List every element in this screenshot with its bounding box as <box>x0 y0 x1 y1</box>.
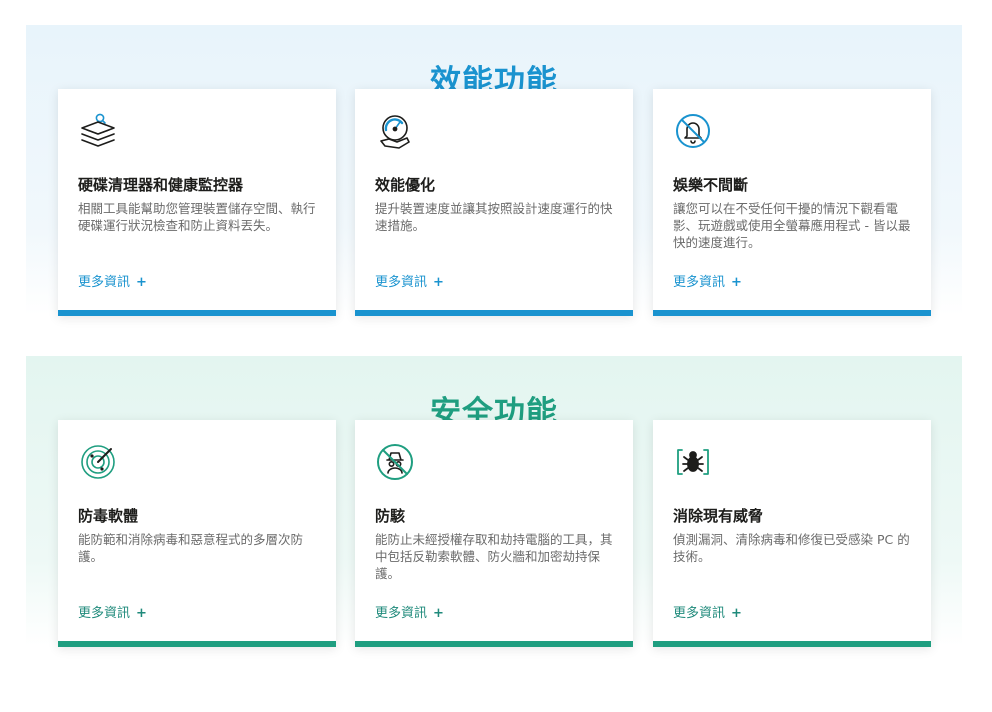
card-description: 提升裝置速度並讓其按照設計速度運行的快速措施。 <box>375 201 613 233</box>
card-description: 能防範和消除病毒和惡意程式的多層次防護。 <box>78 532 304 564</box>
card-description: 偵測漏洞、清除病毒和修復已受感染 PC 的技術。 <box>673 532 910 564</box>
card-title: 消除現有威脅 <box>673 507 764 525</box>
feature-card-entertainment: 娛樂不間斷 讓您可以在不受任何干擾的情況下觀看電影、玩遊戲或使用全螢幕應用程式 … <box>653 89 931 316</box>
anti-hacker-icon <box>375 442 415 482</box>
more-info-link[interactable]: 更多資訊 + <box>78 271 147 290</box>
bug-icon <box>673 442 713 482</box>
card-title: 防駭 <box>375 507 406 525</box>
more-info-label: 更多資訊 <box>78 275 131 290</box>
plus-icon: + <box>731 606 742 621</box>
more-info-link[interactable]: 更多資訊 + <box>375 271 444 290</box>
more-info-label: 更多資訊 <box>78 606 131 621</box>
feature-card-anti-hacking: 防駭 能防止未經授權存取和劫持電腦的工具，其中包括反勒索軟體、防火牆和加密劫持保… <box>355 420 633 647</box>
feature-card-antivirus: 防毒軟體 能防範和消除病毒和惡意程式的多層次防護。 更多資訊 + <box>58 420 336 647</box>
plus-icon: + <box>136 275 147 290</box>
card-title: 效能優化 <box>375 176 436 194</box>
plus-icon: + <box>731 275 742 290</box>
card-title: 防毒軟體 <box>78 507 139 525</box>
card-title: 娛樂不間斷 <box>673 176 749 194</box>
feature-card-performance-optimization: 效能優化 提升裝置速度並讓其按照設計速度運行的快速措施。 更多資訊 + <box>355 89 633 316</box>
plus-icon: + <box>433 275 444 290</box>
speed-gauge-icon <box>375 111 415 151</box>
feature-card-remove-threats: 消除現有威脅 偵測漏洞、清除病毒和修復已受感染 PC 的技術。 更多資訊 + <box>653 420 931 647</box>
more-info-label: 更多資訊 <box>375 275 428 290</box>
more-info-label: 更多資訊 <box>673 606 726 621</box>
more-info-link[interactable]: 更多資訊 + <box>673 271 742 290</box>
more-info-label: 更多資訊 <box>673 275 726 290</box>
plus-icon: + <box>433 606 444 621</box>
card-description: 讓您可以在不受任何干擾的情況下觀看電影、玩遊戲或使用全螢幕應用程式 - 皆以最快… <box>673 201 911 250</box>
more-info-link[interactable]: 更多資訊 + <box>375 602 444 621</box>
radar-icon <box>78 442 118 482</box>
more-info-link[interactable]: 更多資訊 + <box>78 602 147 621</box>
feature-card-disk-cleaner: 硬碟清理器和健康監控器 相關工具能幫助您管理裝置儲存空間、執行硬碟運行狀況檢查和… <box>58 89 336 316</box>
more-info-link[interactable]: 更多資訊 + <box>673 602 742 621</box>
no-notification-icon <box>673 111 713 151</box>
more-info-label: 更多資訊 <box>375 606 428 621</box>
performance-section: 效能功能 硬碟清理器和健康監控器 相關工具能幫助您管理裝置儲存空間、執行硬碟運行… <box>26 25 962 316</box>
card-title: 硬碟清理器和健康監控器 <box>78 176 244 194</box>
card-description: 相關工具能幫助您管理裝置儲存空間、執行硬碟運行狀況檢查和防止資料丟失。 <box>78 201 316 233</box>
security-section: 安全功能 防毒軟體 能防範和消除病毒和惡意程式的多層次防護。 更多資訊 + 防駭… <box>26 356 962 647</box>
disk-cleaner-icon <box>78 111 118 151</box>
plus-icon: + <box>136 606 147 621</box>
card-description: 能防止未經授權存取和劫持電腦的工具，其中包括反勒索軟體、防火牆和加密劫持保護。 <box>375 532 613 581</box>
